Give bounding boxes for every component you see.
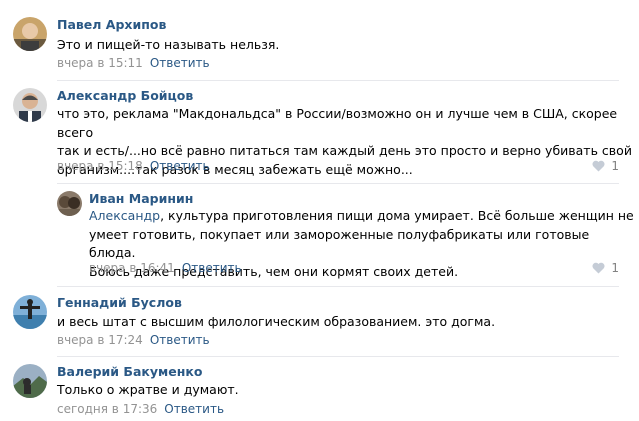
comment-meta: вчера в 16:41 Ответить <box>89 261 242 275</box>
comment-time[interactable]: вчера в 17:24 <box>57 333 143 347</box>
reply-button[interactable]: Ответить <box>150 333 210 347</box>
reply-button[interactable]: Ответить <box>150 159 210 173</box>
comment-meta: сегодня в 17:36 Ответить <box>57 402 224 416</box>
heart-icon <box>592 262 605 274</box>
divider <box>57 80 619 81</box>
comment-author[interactable]: Валерий Бакуменко <box>57 364 202 379</box>
reply-button[interactable]: Ответить <box>150 56 210 70</box>
avatar[interactable] <box>13 295 47 329</box>
like-button[interactable]: 1 <box>592 159 619 173</box>
reply-button[interactable]: Ответить <box>182 261 242 275</box>
comment-meta: вчера в 17:24 Ответить <box>57 333 210 347</box>
avatar[interactable] <box>57 191 82 216</box>
mention-link[interactable]: Александр <box>89 208 160 223</box>
heart-icon <box>592 160 605 172</box>
comment-author[interactable]: Иван Маринин <box>89 191 193 206</box>
comment-author[interactable]: Александр Бойцов <box>57 88 193 103</box>
avatar[interactable] <box>13 88 47 122</box>
comment-time[interactable]: вчера в 16:41 <box>89 261 175 275</box>
like-count: 1 <box>611 159 619 173</box>
comment-text: Только о жратве и думают. <box>57 382 239 397</box>
comment-author[interactable]: Павел Архипов <box>57 17 166 32</box>
comment-time[interactable]: вчера в 15:11 <box>57 56 143 70</box>
like-button[interactable]: 1 <box>592 261 619 275</box>
comment-time[interactable]: вчера в 15:18 <box>57 159 143 173</box>
avatar[interactable] <box>13 364 47 398</box>
divider <box>57 356 619 357</box>
comment-text: Это и пищей-то называть нельзя. <box>57 37 280 52</box>
comment-time[interactable]: сегодня в 17:36 <box>57 402 157 416</box>
comment-author[interactable]: Геннадий Буслов <box>57 295 182 310</box>
reply-button[interactable]: Ответить <box>164 402 224 416</box>
comment-meta: вчера в 15:18 Ответить <box>57 159 210 173</box>
divider <box>57 286 619 287</box>
like-count: 1 <box>611 261 619 275</box>
comment-meta: вчера в 15:11 Ответить <box>57 56 210 70</box>
avatar[interactable] <box>13 17 47 51</box>
divider <box>57 183 619 184</box>
comment-text: и весь штат с высшим филологическим обра… <box>57 314 496 329</box>
